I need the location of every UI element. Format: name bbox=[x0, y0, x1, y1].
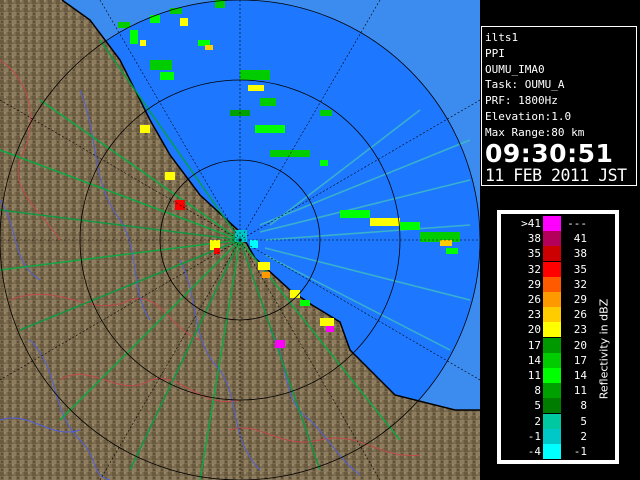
legend-high-value: 14 bbox=[573, 369, 587, 382]
prf-value: PRF: 1800Hz bbox=[485, 94, 558, 108]
legend-color-swatch bbox=[543, 383, 561, 399]
elevation-value: Elevation:1.0 bbox=[485, 109, 572, 123]
legend-low-value: -4 bbox=[527, 445, 541, 458]
legend-color-swatch bbox=[543, 413, 561, 429]
legend-color-swatch bbox=[543, 231, 561, 247]
legend-color-swatch bbox=[543, 246, 561, 262]
legend-color-swatch bbox=[543, 444, 561, 459]
legend-high-value: 2 bbox=[580, 429, 587, 443]
legend-high-value: 35 bbox=[573, 262, 587, 276]
legend-color-swatch bbox=[543, 261, 561, 277]
legend-low-value: -1 bbox=[527, 429, 541, 443]
legend-high-value: 29 bbox=[573, 293, 587, 306]
legend-color-swatch bbox=[543, 337, 561, 353]
scan-info-panel: ilts1 PPI OUMU_IMA0 Task: OUMU_A PRF: 18… bbox=[481, 26, 637, 186]
legend-row: -1 2 bbox=[501, 428, 615, 444]
site-name: ilts1 bbox=[485, 31, 519, 44]
legend-color-swatch bbox=[543, 276, 561, 292]
legend-title-text: Reflectivity in dBZ bbox=[597, 298, 611, 400]
legend-high-value: -1 bbox=[573, 445, 587, 458]
legend-high-value: 8 bbox=[580, 399, 587, 413]
legend-row: >41 --- bbox=[501, 216, 615, 231]
legend-high-value: 5 bbox=[580, 414, 587, 428]
legend-low-value: 17 bbox=[527, 338, 541, 352]
legend-low-value: 8 bbox=[534, 384, 541, 398]
legend-low-value: 5 bbox=[534, 399, 541, 413]
legend-title: Reflectivity in dBZ bbox=[595, 274, 613, 424]
legend-low-value: 35 bbox=[527, 247, 541, 261]
legend-color-swatch bbox=[543, 322, 561, 338]
scan-mode: PPI bbox=[485, 46, 505, 60]
legend-low-value: 11 bbox=[527, 369, 541, 382]
legend-low-value: 29 bbox=[527, 277, 541, 291]
legend-high-value: 11 bbox=[573, 384, 587, 398]
legend-row: 35 38 bbox=[501, 246, 615, 262]
legend-high-value: 32 bbox=[573, 277, 587, 291]
product-name: OUMU_IMA0 bbox=[485, 62, 545, 76]
legend-color-swatch bbox=[543, 352, 561, 368]
scan-time: 09:30:51 bbox=[485, 138, 614, 168]
radar-ppi-map bbox=[0, 0, 480, 480]
legend-low-value: 38 bbox=[527, 232, 541, 246]
task-name: Task: OUMU_A bbox=[485, 78, 565, 92]
legend-high-value: 17 bbox=[573, 353, 587, 367]
legend-low-value: 23 bbox=[527, 308, 541, 322]
legend-high-value: 26 bbox=[573, 308, 587, 322]
legend-low-value: 32 bbox=[527, 262, 541, 276]
legend-row: 38 41 bbox=[501, 231, 615, 247]
legend-low-value: >41 bbox=[521, 217, 541, 230]
scan-date: 11 FEB 2011 JST bbox=[485, 165, 627, 185]
legend-color-swatch bbox=[543, 216, 561, 231]
legend-color-swatch bbox=[543, 398, 561, 414]
legend-low-value: 20 bbox=[527, 323, 541, 337]
legend-high-value: 41 bbox=[573, 232, 587, 246]
legend-low-value: 14 bbox=[527, 353, 541, 367]
legend-high-value: 38 bbox=[573, 247, 587, 261]
legend-color-swatch bbox=[543, 368, 561, 383]
legend-high-value: 20 bbox=[573, 338, 587, 352]
legend-body: >41 --- 38 41 35 38 32 35 29 32 26 29 23 26 20 23 17 20 14… bbox=[501, 214, 615, 460]
legend-high-value: 23 bbox=[573, 323, 587, 337]
legend-high-value: --- bbox=[567, 217, 587, 230]
legend-low-value: 26 bbox=[527, 293, 541, 306]
legend-color-swatch bbox=[543, 292, 561, 307]
legend-color-swatch bbox=[543, 428, 561, 444]
reflectivity-legend: >41 --- 38 41 35 38 32 35 29 32 26 29 23 26 20 23 17 20 14… bbox=[497, 210, 619, 464]
legend-low-value: 2 bbox=[534, 414, 541, 428]
legend-row: -4 -1 bbox=[501, 444, 615, 459]
legend-color-swatch bbox=[543, 307, 561, 323]
